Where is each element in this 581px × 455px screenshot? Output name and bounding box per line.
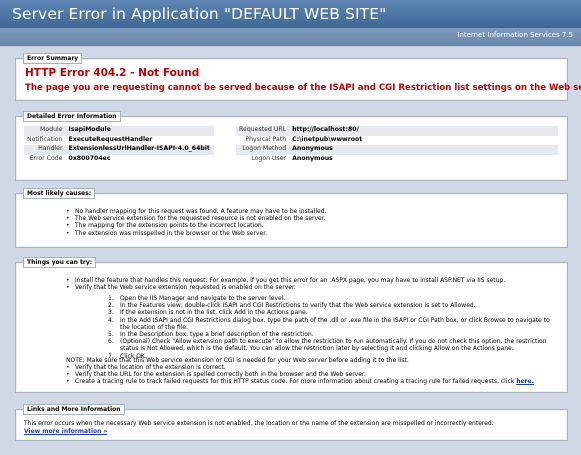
tracing-help-link[interactable]: here.	[516, 378, 534, 385]
detail-row-logon-user: Logon User Anonymous	[236, 155, 558, 165]
step-item: 3. If the extension is not in the list, c…	[108, 309, 556, 316]
detail-label: Logon User	[251, 154, 287, 162]
detail-label: Module	[24, 126, 66, 136]
detail-value: Anonymous	[292, 154, 333, 162]
step-number: 1.	[108, 295, 114, 302]
error-summary-panel: Error Summary HTTP Error 404.2 - Not Fou…	[15, 53, 581, 101]
detail-row-logon-method: Logon Method Anonymous	[236, 145, 558, 155]
detail-row-handler: Handler ExtensionlessUrlHandler-ISAPI-4.…	[24, 145, 214, 155]
detail-value: 0x800704ec	[68, 154, 111, 162]
product-bar: Internet Information Services 7.5	[0, 28, 581, 47]
step-text: Open the IIS Manager and navigate to the…	[120, 295, 286, 302]
detail-value: C:\inetpub\wwwroot	[292, 135, 363, 143]
detail-label: Notification	[27, 135, 63, 143]
detail-row-error-code: Error Code 0x800704ec	[24, 155, 214, 165]
step-item: 2. In the Features view, double-click ISA…	[108, 302, 556, 309]
tracing-text: Create a tracing rule to track failed re…	[75, 378, 515, 386]
detail-row-requested-url: Requested URL http://localhost:80/	[236, 126, 558, 136]
detailed-error-title: Detailed Error Information	[23, 111, 121, 122]
detail-label: Requested URL	[236, 126, 290, 136]
step-number: 6.	[108, 338, 114, 346]
step-number: 4.	[108, 316, 114, 324]
list-item: Verify that the URL for the extension is…	[66, 371, 534, 378]
step-text: In the Add ISAPI and CGI Restrictions di…	[120, 316, 550, 331]
causes-list: No handler mapping for this request was …	[66, 208, 326, 237]
list-item: The Web service extension for the reques…	[66, 215, 326, 222]
step-item: 5. In the Description box, type a brief d…	[108, 331, 556, 338]
view-more-link[interactable]: View more information »	[24, 428, 107, 435]
error-heading: HTTP Error 404.2 - Not Found	[25, 67, 200, 79]
step-number: 2.	[108, 302, 114, 310]
likely-causes-title: Most likely causes:	[23, 188, 96, 199]
detail-row-module: Module IsapiModule	[24, 126, 214, 136]
likely-causes-panel: Most likely causes: No handler mapping f…	[15, 188, 568, 248]
step-item: 6. (Optional) Check "Allow extension path…	[108, 338, 556, 352]
step-number: 5.	[108, 331, 114, 339]
detail-row-notification: Notification ExecuteRequestHandler	[24, 136, 214, 146]
list-item: The mapping for the extension points to …	[66, 222, 326, 229]
details-left-table: Module IsapiModule Notification ExecuteR…	[24, 126, 214, 164]
things-to-try-title: Things you can try:	[23, 257, 97, 268]
things-to-try-panel: Things you can try: Install the feature …	[15, 257, 568, 393]
try-list-top: Install the feature that handles this re…	[66, 277, 505, 292]
list-item: The extension was misspelled in the brow…	[66, 230, 326, 237]
steps-list: 1. Open the IIS Manager and navigate to t…	[108, 295, 556, 360]
step-text: If the extension is not in the list, cli…	[120, 309, 308, 317]
step-item: 4. In the Add ISAPI and CGI Restrictions …	[108, 317, 556, 331]
links-panel: Links and More Information This error oc…	[15, 404, 568, 441]
list-item: Create a tracing rule to track failed re…	[66, 378, 534, 385]
list-item: Verify that the location of the extensio…	[66, 364, 534, 371]
detail-label: Handler	[24, 145, 66, 155]
page-title: Server Error in Application "DEFAULT WEB…	[12, 5, 387, 23]
detail-label: Physical Path	[245, 135, 287, 143]
note-text: NOTE: Make sure that this Web service ex…	[66, 357, 409, 364]
error-summary-title: Error Summary	[23, 53, 83, 64]
detail-value: IsapiModule	[65, 126, 214, 136]
step-number: 3.	[108, 309, 114, 317]
details-right-table: Requested URL http://localhost:80/ Physi…	[236, 126, 558, 164]
links-description: This error occurs when the necessary Web…	[24, 420, 494, 427]
list-item: No handler mapping for this request was …	[66, 208, 326, 215]
list-item: Verify that the Web service extension re…	[66, 284, 505, 291]
links-title: Links and More Information	[23, 404, 125, 415]
step-text: (Optional) Check "Allow extension path t…	[120, 338, 547, 353]
try-list-bottom: Verify that the location of the extensio…	[66, 364, 534, 386]
list-item: Install the feature that handles this re…	[66, 277, 505, 284]
detail-value: ExtensionlessUrlHandler-ISAPI-4.0_64bit	[65, 145, 214, 155]
step-item: 1. Open the IIS Manager and navigate to t…	[108, 295, 556, 302]
detail-value: http://localhost:80/	[289, 126, 558, 136]
page-header: Server Error in Application "DEFAULT WEB…	[0, 0, 581, 28]
product-name: Internet Information Services 7.5	[457, 31, 573, 39]
detailed-error-panel: Detailed Error Information Module IsapiM…	[15, 111, 568, 181]
detail-value: Anonymous	[289, 145, 558, 155]
detail-label: Error Code	[29, 154, 63, 162]
step-text: In the Description box, type a brief des…	[120, 331, 314, 339]
detail-label: Logon Method	[236, 145, 290, 155]
detail-value: ExecuteRequestHandler	[68, 135, 153, 143]
error-description: The page you are requesting cannot be se…	[25, 83, 581, 93]
detail-row-physical-path: Physical Path C:\inetpub\wwwroot	[236, 136, 558, 146]
step-text: In the Features view, double-click ISAPI…	[120, 302, 476, 310]
